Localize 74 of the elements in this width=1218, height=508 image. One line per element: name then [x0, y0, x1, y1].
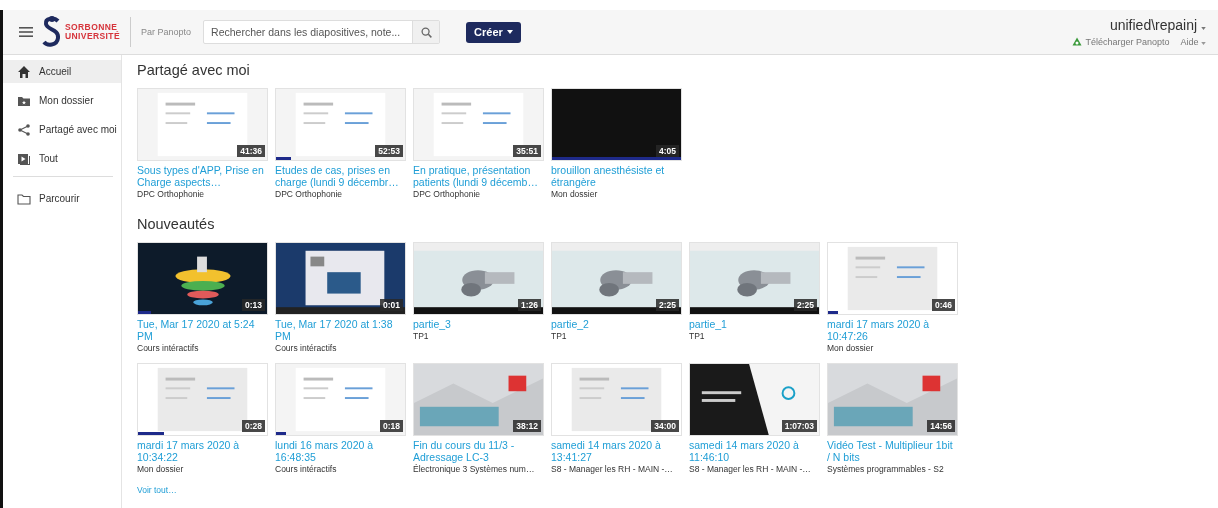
folder-name: S8 - Manager les RH - MAIN -… — [689, 464, 812, 474]
sidebar-item[interactable]: Partagé avec moi — [3, 118, 121, 141]
duration-badge: 0:28 — [242, 420, 265, 432]
folder-name: DPC Orthophonie — [137, 189, 206, 199]
folder-name: Mon dossier — [137, 464, 185, 474]
duration-badge: 0:46 — [932, 299, 955, 311]
caret-icon — [506, 30, 513, 34]
folder-name: Cours intéractifs — [275, 343, 338, 353]
home-icon — [17, 64, 31, 79]
help-menu[interactable]: Aide — [1180, 37, 1206, 47]
video-thumbnail[interactable]: 35:51 — [413, 88, 544, 161]
video-thumbnail[interactable]: 1:07:03 — [689, 363, 820, 436]
video-thumbnail[interactable]: 52:53 — [275, 88, 406, 161]
duration-badge: 2:25 — [794, 299, 817, 311]
video-icon — [17, 151, 31, 166]
video-thumbnail[interactable]: 4:05 — [551, 88, 682, 161]
user-menu[interactable]: unified\repainj — [1109, 17, 1206, 33]
folder-name: S8 - Manager les RH - MAIN -… — [551, 464, 674, 474]
search-icon — [420, 26, 432, 38]
sidebar-item[interactable]: Accueil — [3, 60, 121, 83]
folder-name: TP1 — [689, 331, 706, 341]
video-thumbnail[interactable]: 0:46 — [827, 242, 958, 315]
video-thumbnail[interactable]: 2:25 — [551, 242, 682, 315]
duration-badge: 0:18 — [380, 420, 403, 432]
section-title: Nouveautés — [137, 216, 216, 232]
sidebar-item[interactable]: Tout — [3, 147, 121, 170]
download-link[interactable]: Télécharger Panopto — [1085, 37, 1170, 47]
duration-badge: 1:07:03 — [781, 420, 817, 432]
folder-name: Cours intéractifs — [137, 343, 200, 353]
folder-name: Systèmes programmables - S2 — [827, 464, 945, 474]
duration-badge: 41:36 — [237, 145, 265, 157]
folder-name: TP1 — [413, 331, 430, 341]
video-thumbnail[interactable]: 0:18 — [275, 363, 406, 436]
search-field[interactable]: Rechercher dans les diapositives, note... — [203, 20, 441, 44]
video-thumbnail[interactable]: 38:12 — [413, 363, 544, 436]
duration-badge: 0:13 — [242, 299, 265, 311]
create-button[interactable]: Créer — [466, 21, 521, 43]
folder-name: Cours intéractifs — [275, 464, 338, 474]
video-thumbnail[interactable]: 0:13 — [137, 242, 268, 315]
duration-badge: 4:05 — [656, 145, 679, 157]
duration-badge: 2:25 — [656, 299, 679, 311]
video-thumbnail[interactable]: 41:36 — [137, 88, 268, 161]
video-thumbnail[interactable]: 1:26 — [413, 242, 544, 315]
folder-name: Mon dossier — [551, 189, 599, 199]
caret-icon — [1201, 27, 1206, 30]
section-title: Partagé avec moi — [137, 62, 251, 78]
video-thumbnail[interactable]: 14:56 — [827, 363, 958, 436]
duration-badge: 0:01 — [380, 299, 403, 311]
folder-name: Mon dossier — [827, 343, 875, 353]
logo-text: SORBONNE — [65, 23, 118, 32]
sidebar-item[interactable]: Mon dossier — [3, 89, 121, 112]
search-button[interactable] — [412, 21, 440, 43]
menu-icon[interactable] — [19, 27, 33, 37]
video-thumbnail[interactable]: 0:01 — [275, 242, 406, 315]
folder-name: Électronique 3 Systèmes num… — [413, 464, 536, 474]
duration-badge: 35:51 — [513, 145, 541, 157]
duration-badge: 38:12 — [513, 420, 541, 432]
video-thumbnail[interactable]: 0:28 — [137, 363, 268, 436]
logo-icon[interactable] — [42, 15, 62, 49]
duration-badge: 14:56 — [927, 420, 955, 432]
video-thumbnail[interactable]: 2:25 — [689, 242, 820, 315]
duration-badge: 1:26 — [518, 299, 541, 311]
logo-text: UNIVERSITÉ — [65, 32, 120, 41]
sidebar-item[interactable]: Parcourir — [3, 187, 121, 210]
caret-icon — [1201, 42, 1206, 45]
video-thumbnail[interactable]: 34:00 — [551, 363, 682, 436]
folder-name: DPC Orthophonie — [275, 189, 344, 199]
duration-badge: 34:00 — [651, 420, 679, 432]
folder-icon — [17, 191, 31, 206]
share-icon — [17, 122, 31, 137]
duration-badge: 52:53 — [375, 145, 403, 157]
folder-name: DPC Orthophonie — [413, 189, 482, 199]
folder-name: TP1 — [551, 331, 568, 341]
powered-by-text: Par Panopto — [141, 27, 192, 37]
